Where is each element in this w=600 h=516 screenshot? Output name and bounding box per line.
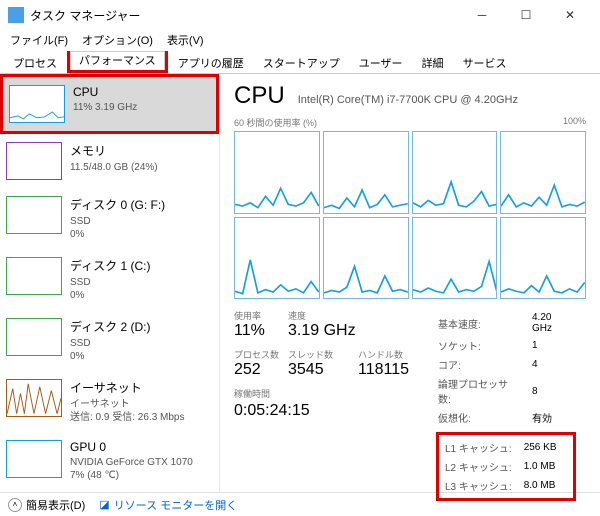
cpu-core-cell bbox=[323, 131, 409, 214]
sidebar-item-disk2[interactable]: ディスク 2 (D:)SSD0% bbox=[0, 310, 219, 371]
sidebar-item-disk1[interactable]: ディスク 1 (C:)SSD0% bbox=[0, 249, 219, 310]
stat-uptime: 0:05:24:15 bbox=[234, 402, 418, 420]
sidebar-item-gpu0[interactable]: GPU 0NVIDIA GeForce GTX 10707% (48 ℃) bbox=[0, 432, 219, 490]
mem-sub: 11.5/48.0 GB (24%) bbox=[70, 161, 158, 174]
page-title: CPU bbox=[234, 82, 285, 110]
cpu-core-cell bbox=[412, 217, 498, 300]
sidebar-item-ethernet[interactable]: イーサネットイーサネット送信: 0.9 受信: 26.3 Mbps bbox=[0, 371, 219, 432]
chart-max: 100% bbox=[563, 116, 586, 129]
stat-proc: 252 bbox=[234, 361, 288, 379]
collapse-button[interactable]: ˄ 簡易表示(D) bbox=[8, 497, 85, 513]
stat-util: 11% bbox=[234, 322, 288, 340]
tab-services[interactable]: サービス bbox=[454, 51, 516, 74]
cpu-core-cell bbox=[234, 217, 320, 300]
close-button[interactable]: ✕ bbox=[548, 0, 592, 30]
cpu-chart-grid bbox=[234, 131, 586, 299]
l3-cache: 8.0 MB bbox=[524, 477, 567, 494]
l2-cache: 1.0 MB bbox=[524, 458, 567, 475]
chart-label: 60 秒間の使用率 (%) bbox=[234, 116, 317, 129]
maximize-button[interactable]: ☐ bbox=[504, 0, 548, 30]
tab-processes[interactable]: プロセス bbox=[4, 51, 66, 74]
tab-startup[interactable]: スタートアップ bbox=[254, 51, 349, 74]
app-icon bbox=[8, 7, 24, 23]
tab-performance[interactable]: パフォーマンス bbox=[70, 51, 165, 70]
window-title: タスク マネージャー bbox=[30, 7, 460, 24]
tab-details[interactable]: 詳細 bbox=[413, 51, 453, 74]
sidebar-item-cpu[interactable]: CPU 11% 3.19 GHz bbox=[3, 77, 216, 131]
stat-thr: 3545 bbox=[288, 361, 358, 379]
resource-monitor-link[interactable]: ◪ リソース モニターを開く bbox=[99, 497, 237, 513]
tab-app-history[interactable]: アプリの履歴 bbox=[169, 51, 253, 74]
cpu-model: Intel(R) Core(TM) i7-7700K CPU @ 4.20GHz bbox=[298, 94, 518, 106]
mem-name: メモリ bbox=[70, 142, 158, 159]
tab-users[interactable]: ユーザー bbox=[350, 51, 412, 74]
cpu-core-cell bbox=[500, 131, 586, 214]
chevron-up-icon: ˄ bbox=[8, 498, 22, 512]
cpu-name: CPU bbox=[73, 85, 137, 99]
sidebar-item-disk0[interactable]: ディスク 0 (G: F:)SSD0% bbox=[0, 188, 219, 249]
cpu-core-cell bbox=[412, 131, 498, 214]
stat-hnd: 118115 bbox=[358, 361, 418, 379]
minimize-button[interactable]: ─ bbox=[460, 0, 504, 30]
stat-speed: 3.19 GHz bbox=[288, 322, 358, 340]
cpu-core-cell bbox=[500, 217, 586, 300]
menu-view[interactable]: 表示(V) bbox=[161, 30, 210, 50]
l1-cache: 256 KB bbox=[524, 439, 567, 456]
sidebar-item-memory[interactable]: メモリ 11.5/48.0 GB (24%) bbox=[0, 134, 219, 188]
menu-options[interactable]: オプション(O) bbox=[76, 30, 159, 50]
cpu-core-cell bbox=[323, 217, 409, 300]
base-speed: 4.20 GHz bbox=[532, 311, 584, 335]
cpu-core-cell bbox=[234, 131, 320, 214]
monitor-icon: ◪ bbox=[99, 498, 109, 511]
cpu-sub: 11% 3.19 GHz bbox=[73, 101, 137, 114]
menu-file[interactable]: ファイル(F) bbox=[4, 30, 74, 50]
